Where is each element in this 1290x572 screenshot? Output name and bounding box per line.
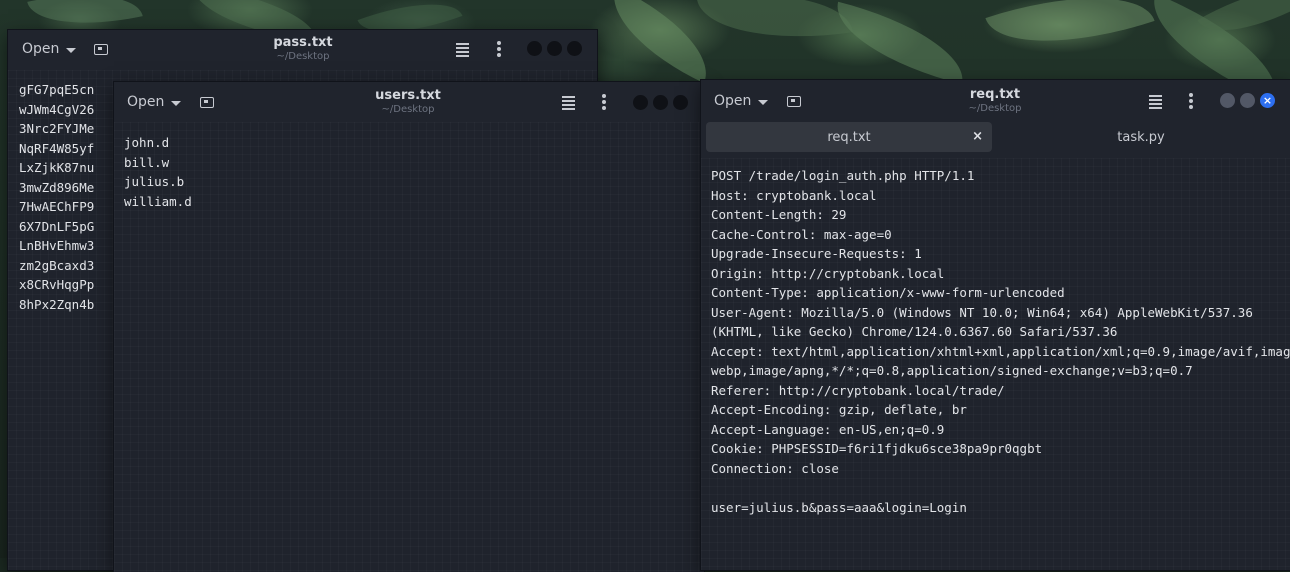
text-line: 3Nrc2FYJMe	[19, 121, 95, 136]
close-button[interactable]	[567, 41, 582, 56]
tab-req-txt[interactable]: req.txt ×	[706, 122, 992, 152]
text-line: Origin: http://cryptobank.local	[711, 265, 945, 281]
text-line: julius.b	[124, 174, 185, 189]
text-line: User-Agent: Mozilla/5.0 (Windows NT 10.0…	[711, 304, 1253, 320]
more-options-icon[interactable]	[602, 94, 606, 112]
text-line: x8CRvHqgPp	[19, 277, 95, 292]
tab-close-icon[interactable]: ×	[972, 129, 983, 144]
text-line: LxZjkK87nu	[19, 160, 95, 175]
maximize-button[interactable]	[547, 41, 562, 56]
text-line: gFG7pqE5cn	[19, 82, 95, 97]
chevron-down-icon	[171, 100, 182, 106]
text-line: 7HwAEChFP9	[19, 199, 95, 214]
close-icon: ×	[1262, 94, 1273, 107]
text-line: Accept: text/html,application/xhtml+xml,…	[711, 343, 1290, 359]
minimize-button[interactable]	[1220, 93, 1235, 108]
text-line: Cache-Control: max-age=0	[711, 226, 892, 242]
more-options-icon[interactable]	[1189, 93, 1193, 111]
new-document-icon[interactable]	[200, 97, 214, 108]
text-line: Connection: close	[711, 460, 839, 476]
text-line: (KHTML, like Gecko) Chrome/124.0.6367.60…	[711, 324, 1118, 339]
req-title: req.txt ~/Desktop	[968, 87, 1022, 114]
req-tabbar: req.txt × task.py	[701, 122, 1290, 158]
maximize-button[interactable]	[653, 95, 668, 110]
users-text: john.d bill.w julius.b william.d	[124, 133, 192, 211]
req-headerbar: Open req.txt ~/Desktop ×	[701, 80, 1290, 122]
users-open-button[interactable]: Open	[127, 94, 182, 110]
text-line: Accept-Encoding: gzip, deflate, br	[711, 402, 967, 417]
text-line: user=julius.b&pass=aaa&login=Login	[711, 499, 967, 515]
tab-task-py[interactable]: task.py	[998, 122, 1284, 152]
pass-text: gFG7pqE5cn wJWm4CgV26 3Nrc2FYJMe NqRF4W85yf…	[19, 80, 94, 314]
text-line: Content-Type: application/x-www-form-url…	[711, 285, 1065, 300]
menu-icon[interactable]	[562, 96, 575, 112]
text-line: 3mwZd896Me	[19, 179, 95, 195]
new-document-icon[interactable]	[787, 96, 801, 107]
pass-headerbar: Open pass.txt ~/Desktop	[8, 30, 597, 70]
text-line: Host: cryptobank.local	[711, 187, 877, 203]
menu-icon[interactable]	[1149, 95, 1162, 111]
text-line: john.d	[124, 135, 170, 150]
text-line: POST /trade/login_auth.php HTTP/1.1	[711, 168, 975, 183]
req-open-button[interactable]: Open	[714, 93, 769, 109]
text-line: Accept-Language: en-US,en;q=0.9	[711, 421, 945, 437]
text-line: bill.w	[124, 154, 170, 170]
text-line: wJWm4CgV26	[19, 101, 95, 117]
users-title: users.txt ~/Desktop	[375, 88, 441, 115]
text-line: NqRF4W85yf	[19, 140, 95, 156]
users-window: Open users.txt ~/Desktop john.d bill.w jul…	[114, 82, 704, 572]
close-button[interactable]: ×	[1260, 93, 1275, 108]
close-button[interactable]	[673, 95, 688, 110]
new-document-icon[interactable]	[94, 44, 108, 55]
more-options-icon[interactable]	[497, 41, 501, 59]
users-editor[interactable]: john.d bill.w julius.b william.d	[114, 122, 704, 572]
text-line: Content-Length: 29	[711, 207, 847, 222]
minimize-button[interactable]	[633, 95, 648, 110]
text-line	[711, 478, 1290, 498]
req-window: Open req.txt ~/Desktop × req.txt × task.…	[701, 80, 1290, 570]
chevron-down-icon	[758, 99, 769, 105]
text-line: 8hPx2Zqn4b	[19, 296, 95, 312]
text-line: Upgrade-Insecure-Requests: 1	[711, 246, 922, 261]
maximize-button[interactable]	[1240, 93, 1255, 108]
text-line: Referer: http://cryptobank.local/trade/	[711, 382, 1005, 398]
text-line: Cookie: PHPSESSID=f6ri1fjdku6sce38pa9pr0…	[711, 441, 1043, 456]
text-line: webp,image/apng,*/*;q=0.8,application/si…	[711, 363, 1193, 378]
text-line: 6X7DnLF5pG	[19, 218, 95, 234]
users-headerbar: Open users.txt ~/Desktop	[114, 82, 704, 122]
text-line: william.d	[124, 193, 192, 209]
minimize-button[interactable]	[527, 41, 542, 56]
pass-open-button[interactable]: Open	[22, 41, 77, 57]
req-text: POST /trade/login_auth.php HTTP/1.1 Host:…	[711, 166, 1290, 517]
req-editor[interactable]: POST /trade/login_auth.php HTTP/1.1 Host:…	[701, 158, 1290, 570]
text-line: LnBHvEhmw3	[19, 238, 95, 253]
chevron-down-icon	[66, 47, 77, 53]
menu-icon[interactable]	[456, 43, 469, 59]
text-line: zm2gBcaxd3	[19, 257, 95, 273]
pass-title: pass.txt ~/Desktop	[273, 35, 333, 62]
